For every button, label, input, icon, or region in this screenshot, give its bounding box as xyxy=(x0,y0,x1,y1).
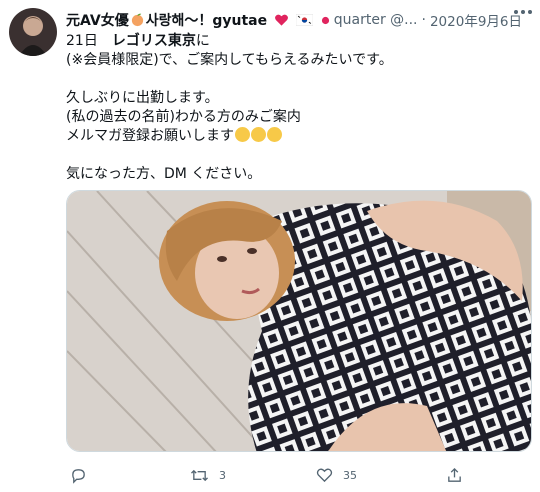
korea-flag-icon xyxy=(294,13,314,29)
tweet-line-text: 21日 xyxy=(66,33,112,49)
tweet-line: 気になった方、DM ください。 xyxy=(66,166,262,182)
like-button[interactable]: 35 xyxy=(316,462,357,488)
pleading-face-icon xyxy=(267,127,282,142)
retweet-button[interactable]: 3 xyxy=(190,462,226,488)
more-options-icon[interactable] xyxy=(514,10,534,16)
tweet-date[interactable]: 2020年9月6日 xyxy=(430,10,522,30)
pleading-face-icon xyxy=(235,127,250,142)
venue-name: レゴリス東京 xyxy=(111,33,196,49)
tweet-line-text: に xyxy=(195,33,210,49)
tweet-actions: 3 35 xyxy=(66,462,532,488)
tweet-line: (※会員様限定)で、ご案内してもらえるみたいです。 xyxy=(66,52,393,68)
pleading-face-icon xyxy=(251,127,266,142)
retweet-icon xyxy=(190,467,209,484)
tweet-header: 元AV女優 사랑해〜！gyutae quarter @... · 2020年9月6… xyxy=(66,9,536,31)
like-icon xyxy=(316,467,333,483)
tweet-line: メルマガ登録お願いします xyxy=(66,127,526,146)
avatar[interactable] xyxy=(9,8,57,56)
heart-icon xyxy=(272,13,289,29)
display-name[interactable]: 元AV女優 사랑해〜！gyutae xyxy=(66,10,330,30)
separator-dot: · xyxy=(421,12,426,28)
like-count: 35 xyxy=(343,468,357,482)
retweet-count: 3 xyxy=(219,468,226,482)
japan-flag-icon xyxy=(318,13,330,29)
reply-button[interactable] xyxy=(70,462,97,488)
tweet-photo[interactable] xyxy=(66,190,532,452)
tweet-line: 21日 レゴリス東京に xyxy=(66,32,526,51)
tweet[interactable]: 元AV女優 사랑해〜！gyutae quarter @... · 2020年9月6… xyxy=(0,0,540,492)
tweet-text: 21日 レゴリス東京に (※会員様限定)で、ご案内してもらえるみたいです。 久し… xyxy=(66,32,526,184)
reply-icon xyxy=(70,467,87,484)
display-name-text-1: 元AV女優 xyxy=(66,13,129,29)
tweet-line: (私の過去の名前)わかる方のみご案内 xyxy=(66,109,301,125)
share-button[interactable] xyxy=(446,462,463,488)
username-handle[interactable]: quarter @... xyxy=(334,12,418,28)
peach-icon xyxy=(130,12,145,29)
display-name-text-2: 사랑해〜！gyutae xyxy=(145,13,268,29)
tweet-line: 久しぶりに出勤します。 xyxy=(66,90,219,106)
share-icon xyxy=(446,467,463,484)
tweet-line-text: メルマガ登録お願いします xyxy=(66,128,234,144)
